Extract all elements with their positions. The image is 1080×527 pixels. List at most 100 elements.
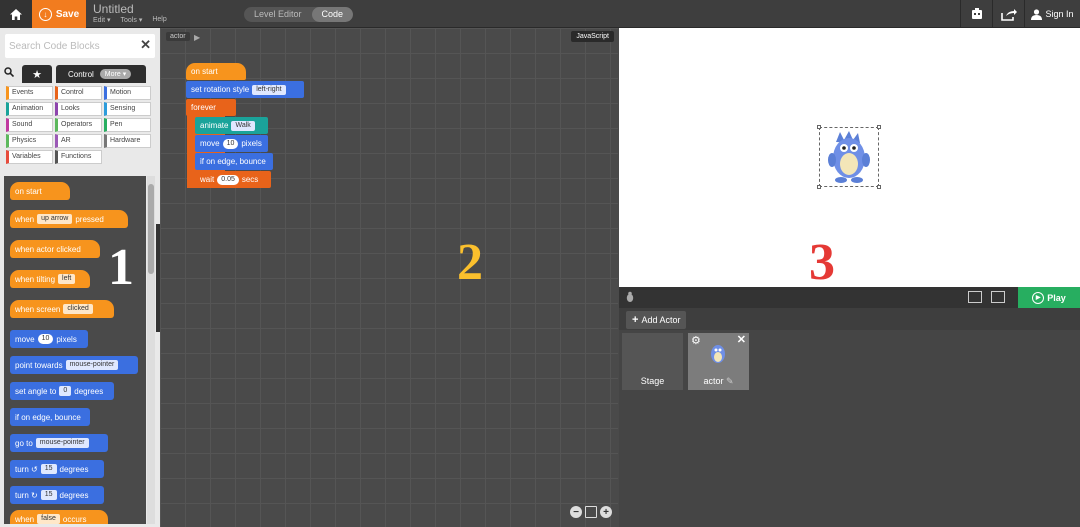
- zoom-in-button[interactable]: +: [600, 506, 612, 518]
- category-physics[interactable]: Physics: [6, 134, 53, 148]
- code-workspace[interactable]: actor ▶ JavaScript on start set rotation…: [160, 28, 618, 527]
- animation-dropdown[interactable]: Walk: [231, 120, 255, 131]
- block-label: pixels: [241, 139, 262, 148]
- goto-dropdown[interactable]: mouse-pointer: [35, 438, 89, 448]
- angle-input[interactable]: 0: [59, 386, 72, 396]
- category-sound[interactable]: Sound: [6, 118, 53, 132]
- key-dropdown[interactable]: up arrow: [37, 214, 73, 224]
- home-button[interactable]: [0, 0, 32, 28]
- category-animation[interactable]: Animation: [6, 102, 53, 116]
- block-label: if on edge, bounce: [15, 412, 81, 422]
- gear-icon[interactable]: ⚙: [691, 334, 701, 347]
- chevron-right-icon: ▶: [194, 33, 201, 42]
- menu-help[interactable]: Help: [152, 16, 166, 24]
- condition-slot[interactable]: false: [37, 514, 60, 524]
- script-wait[interactable]: wait 0.05 secs: [195, 171, 271, 188]
- tab-control[interactable]: Control More ▾: [56, 65, 146, 83]
- wait-input[interactable]: 0.05: [217, 174, 239, 185]
- menu-edit[interactable]: Edit ▾: [93, 16, 111, 24]
- bug-icon[interactable]: [625, 291, 635, 306]
- block-move[interactable]: move 10 pixels: [10, 330, 88, 348]
- tab-favorites[interactable]: ★: [22, 65, 52, 83]
- resize-handle[interactable]: [877, 185, 881, 189]
- hopster-button[interactable]: [960, 0, 992, 28]
- block-label: set angle to: [15, 386, 57, 396]
- category-functions[interactable]: Functions: [55, 150, 102, 164]
- category-grid: Events Control Motion Animation Looks Sensing…: [6, 86, 151, 164]
- play-button[interactable]: ▶ Play: [1018, 287, 1080, 308]
- zoom-reset-button[interactable]: [585, 506, 597, 518]
- actor-sprite[interactable]: [817, 125, 881, 189]
- category-hardware[interactable]: Hardware: [104, 134, 151, 148]
- turn-input[interactable]: 15: [40, 490, 57, 500]
- category-pen[interactable]: Pen: [104, 118, 151, 132]
- tilt-dropdown[interactable]: left: [58, 274, 76, 284]
- actor-tile[interactable]: ⚙ ✕ actor ✎: [688, 333, 749, 390]
- section-number-2: 2: [457, 234, 483, 291]
- block-label: pixels: [56, 334, 77, 344]
- javascript-button[interactable]: JavaScript: [571, 31, 614, 42]
- block-turn-ccw[interactable]: turn ↺ 15 degrees: [10, 460, 104, 478]
- zoom-out-button[interactable]: −: [570, 506, 582, 518]
- scrollbar-thumb[interactable]: [148, 184, 154, 274]
- block-when-screen[interactable]: when screen clicked: [10, 300, 114, 318]
- close-icon[interactable]: ✕: [737, 333, 746, 346]
- sign-in-button[interactable]: Sign In: [1024, 0, 1080, 28]
- save-button[interactable]: ↓ Save: [32, 0, 86, 28]
- block-set-angle[interactable]: set angle to 0 degrees: [10, 382, 114, 400]
- block-when-actor-clicked[interactable]: when actor clicked: [10, 240, 100, 258]
- category-operators[interactable]: Operators: [55, 118, 102, 132]
- script-on-start[interactable]: on start: [186, 63, 246, 80]
- pencil-icon[interactable]: ✎: [726, 376, 734, 386]
- block-when-occurs[interactable]: when false occurs: [10, 510, 108, 524]
- resize-handle[interactable]: [817, 185, 821, 189]
- block-when-tilting[interactable]: when tilting left: [10, 270, 90, 288]
- home-icon: [10, 8, 22, 20]
- block-when-key-pressed[interactable]: when up arrow pressed: [10, 210, 128, 228]
- breadcrumb[interactable]: actor: [166, 32, 190, 41]
- tab-level-editor[interactable]: Level Editor: [244, 7, 312, 22]
- move-input[interactable]: 10: [222, 138, 239, 149]
- search-input[interactable]: Search Code Blocks ✕: [5, 34, 155, 58]
- stage-toolbar: ▶ Play: [619, 287, 1080, 308]
- script-if-on-edge-bounce[interactable]: if on edge, bounce: [195, 153, 273, 170]
- script-forever[interactable]: forever: [186, 99, 236, 116]
- menu-tools[interactable]: Tools ▾: [121, 16, 143, 24]
- grid-layout-icon[interactable]: [968, 291, 982, 303]
- project-title[interactable]: Untitled: [93, 2, 134, 16]
- screen-dropdown[interactable]: clicked: [63, 304, 93, 314]
- category-ar[interactable]: AR: [55, 134, 102, 148]
- category-events[interactable]: Events: [6, 86, 53, 100]
- category-looks[interactable]: Looks: [55, 102, 102, 116]
- category-sensing[interactable]: Sensing: [104, 102, 151, 116]
- resize-handle[interactable]: [877, 125, 881, 129]
- rotate-cw-icon: ↻: [28, 490, 38, 500]
- palette-scrollbar[interactable]: [147, 176, 155, 524]
- search-icon[interactable]: [4, 67, 15, 80]
- category-motion[interactable]: Motion: [104, 86, 151, 100]
- clear-search-icon[interactable]: ✕: [140, 37, 151, 53]
- block-on-start[interactable]: on start: [10, 182, 70, 200]
- stage-canvas[interactable]: 3: [619, 28, 1080, 291]
- category-variables[interactable]: Variables: [6, 150, 53, 164]
- point-dropdown[interactable]: mouse-pointer: [65, 360, 119, 370]
- fullscreen-layout-icon[interactable]: [991, 291, 1005, 303]
- block-label: occurs: [62, 514, 87, 524]
- script-set-rotation-style[interactable]: set rotation style left-right: [186, 81, 304, 98]
- script-move[interactable]: move 10 pixels: [195, 135, 268, 152]
- more-button[interactable]: More ▾: [99, 69, 132, 79]
- share-button[interactable]: [992, 0, 1024, 28]
- move-input[interactable]: 10: [37, 334, 54, 344]
- block-go-to[interactable]: go to mouse-pointer: [10, 434, 108, 452]
- block-point-towards[interactable]: point towards mouse-pointer: [10, 356, 138, 374]
- stage-tile[interactable]: Stage: [622, 333, 683, 390]
- block-turn-cw[interactable]: turn ↻ 15 degrees: [10, 486, 104, 504]
- turn-input[interactable]: 15: [40, 464, 57, 474]
- resize-handle[interactable]: [817, 125, 821, 129]
- category-control[interactable]: Control: [55, 86, 102, 100]
- rotation-dropdown[interactable]: left-right: [252, 84, 286, 95]
- add-actor-button[interactable]: + Add Actor: [626, 311, 687, 329]
- script-animate[interactable]: animate Walk: [195, 117, 268, 134]
- block-if-on-edge-bounce[interactable]: if on edge, bounce: [10, 408, 90, 426]
- tab-code[interactable]: Code: [311, 7, 354, 22]
